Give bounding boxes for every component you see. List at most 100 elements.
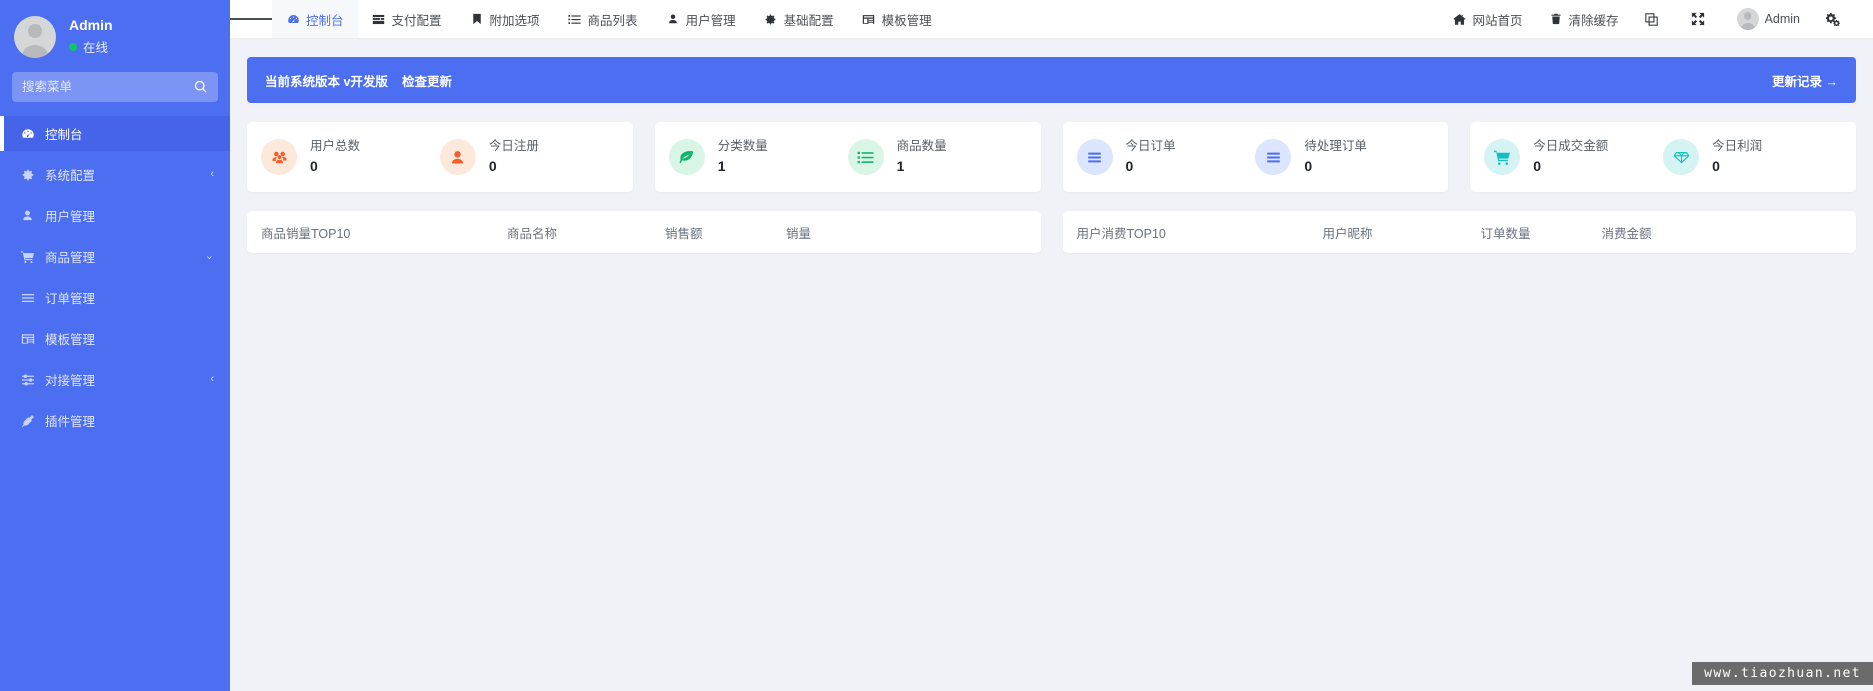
stat-text: 今日成交金额 0 <box>1533 139 1608 174</box>
sidebar-item-integration-management[interactable]: 对接管理 ‹ <box>0 362 230 397</box>
tr-label: 清除缓存 <box>1568 13 1619 28</box>
content-area: 当前系统版本 v开发版 检查更新 更新记录 → 用户总数 0 今日注册 0 分类… <box>230 39 1873 691</box>
bookmark-icon <box>470 12 484 26</box>
sidebar-item-label: 商品管理 <box>45 251 96 265</box>
gear-icon <box>20 168 35 182</box>
search-input[interactable] <box>22 80 188 94</box>
main-area: 控制台 支付配置 附加选项 商品列表 用户管理 基础配置 模板管理 网站首页 清… <box>230 0 1873 691</box>
tab-product-list[interactable]: 商品列表 <box>554 0 652 38</box>
check-update-link[interactable]: 检查更新 <box>402 71 452 90</box>
settings-button[interactable] <box>1813 0 1859 39</box>
app-root: Admin 在线 控制台 <box>0 0 1873 691</box>
profile-meta: Admin 在线 <box>69 17 113 56</box>
tab-extra-options[interactable]: 附加选项 <box>456 0 554 38</box>
stat-value: 0 <box>1125 157 1134 174</box>
stat-text: 今日注册 0 <box>488 138 539 174</box>
sidebar-item-order-management[interactable]: 订单管理 <box>0 280 230 315</box>
sidebar-item-label: 对接管理 <box>45 374 96 388</box>
stat-total-users: 用户总数 0 <box>261 139 440 175</box>
stat-label: 今日注册 <box>488 138 539 153</box>
stat-text: 商品数量 1 <box>896 138 947 174</box>
tab-label: 附加选项 <box>489 13 540 28</box>
user-icon <box>20 209 35 222</box>
fullscreen-button[interactable] <box>1678 0 1724 39</box>
topbar: 控制台 支付配置 附加选项 商品列表 用户管理 基础配置 模板管理 网站首页 清… <box>230 0 1873 39</box>
stat-today-turnover: 今日成交金额 0 <box>1484 139 1663 175</box>
template-icon <box>862 12 876 26</box>
stat-label: 分类数量 <box>717 138 768 153</box>
topbar-tabs: 控制台 支付配置 附加选项 商品列表 用户管理 基础配置 模板管理 <box>272 0 946 38</box>
account-menu[interactable]: Admin <box>1724 0 1813 39</box>
stat-today-registrations: 今日注册 0 <box>439 138 619 175</box>
tab-label: 支付配置 <box>391 13 442 28</box>
sidebar-item-label: 插件管理 <box>45 415 96 429</box>
user-solid-icon <box>439 139 476 175</box>
stat-today-orders: 今日订单 0 <box>1076 138 1256 175</box>
tab-label: 基础配置 <box>783 13 834 28</box>
tr-label: 网站首页 <box>1472 13 1523 28</box>
sidebar-profile: Admin 在线 <box>0 0 230 68</box>
stat-cards-row: 用户总数 0 今日注册 0 分类数量 1 商品数量 1 今日订单 0 待处理订单… <box>247 122 1856 192</box>
sidebar-item-plugin-management[interactable]: 插件管理 <box>0 403 230 438</box>
stat-text: 分类数量 1 <box>717 138 768 174</box>
sidebar-menu: 控制台 系统配置 ‹ 用户管理 商品管理 ⌄ 订单管理 模板管理 对接管理 ‹ … <box>0 112 230 444</box>
list-alt-icon <box>847 139 884 175</box>
search-box[interactable] <box>12 72 218 102</box>
stat-card-orders: 今日订单 0 待处理订单 0 <box>1062 122 1449 192</box>
diamond-icon <box>1663 139 1700 175</box>
stat-value: 0 <box>1304 157 1313 174</box>
tab-user-management[interactable]: 用户管理 <box>652 0 750 38</box>
stat-value: 1 <box>717 157 726 174</box>
version-banner-left: 当前系统版本 v开发版 检查更新 <box>265 71 452 90</box>
sidebar-item-product-management[interactable]: 商品管理 ⌄ <box>0 239 230 274</box>
tab-basic-config[interactable]: 基础配置 <box>750 0 848 38</box>
column-header: 消费金额 <box>1601 226 1652 241</box>
column-header: 用户消费TOP10 <box>1076 226 1166 241</box>
column-header: 用户昵称 <box>1322 226 1373 241</box>
stat-label: 商品数量 <box>896 138 947 153</box>
sidebar-item-system-config[interactable]: 系统配置 ‹ <box>0 157 230 192</box>
table-product-sales-top10: 商品销量TOP10 商品名称 销售额 销量 <box>247 211 1041 253</box>
column-header: 订单数量 <box>1480 226 1531 241</box>
account-name: Admin <box>1764 12 1800 26</box>
sliders-icon <box>20 373 35 387</box>
stat-pending-orders: 待处理订单 0 <box>1255 139 1434 175</box>
template-icon <box>20 332 35 346</box>
clear-cache-button[interactable]: 清除缓存 <box>1536 0 1632 39</box>
online-dot-icon <box>69 42 77 51</box>
stat-value: 0 <box>1712 157 1720 174</box>
column-header: 销售额 <box>665 226 703 241</box>
chevron-left-icon: ‹ <box>210 373 214 385</box>
sidebar-item-user-management[interactable]: 用户管理 <box>0 198 230 233</box>
changelog-link[interactable]: 更新记录 → <box>1772 71 1838 90</box>
clone-window-button[interactable] <box>1632 0 1678 39</box>
dashboard-icon <box>286 12 300 26</box>
settings-cogs-icon <box>1826 12 1840 26</box>
stat-label: 待处理订单 <box>1304 138 1367 153</box>
sidebar-item-dashboard[interactable]: 控制台 <box>0 116 230 151</box>
cart-icon <box>20 250 35 264</box>
gear-icon <box>764 12 778 26</box>
site-home-button[interactable]: 网站首页 <box>1440 0 1536 39</box>
stat-category-count: 分类数量 1 <box>668 138 848 175</box>
search-icon[interactable] <box>194 80 208 94</box>
list-icon <box>20 291 35 305</box>
profile-status: 在线 <box>69 37 113 56</box>
tab-dashboard[interactable]: 控制台 <box>272 0 358 38</box>
watermark: www.tiaozhuan.net <box>1692 662 1873 685</box>
stat-product-count: 商品数量 1 <box>847 138 1027 175</box>
stat-label: 今日订单 <box>1125 138 1176 153</box>
stat-label: 今日利润 <box>1712 138 1763 153</box>
stat-value: 1 <box>896 157 905 174</box>
profile-status-label: 在线 <box>83 41 109 56</box>
cart-icon <box>1484 139 1521 175</box>
sidebar-item-label: 用户管理 <box>45 210 96 224</box>
tab-payment-config[interactable]: 支付配置 <box>358 0 456 38</box>
tab-template-management[interactable]: 模板管理 <box>848 0 946 38</box>
sidebar-item-template-management[interactable]: 模板管理 <box>0 321 230 356</box>
chevron-down-icon: ⌄ <box>204 250 214 262</box>
hamburger-icon[interactable] <box>230 0 272 38</box>
column-header: 商品销量TOP10 <box>261 226 351 241</box>
sidebar-item-label: 订单管理 <box>45 292 96 306</box>
bars-icon <box>1076 139 1113 175</box>
